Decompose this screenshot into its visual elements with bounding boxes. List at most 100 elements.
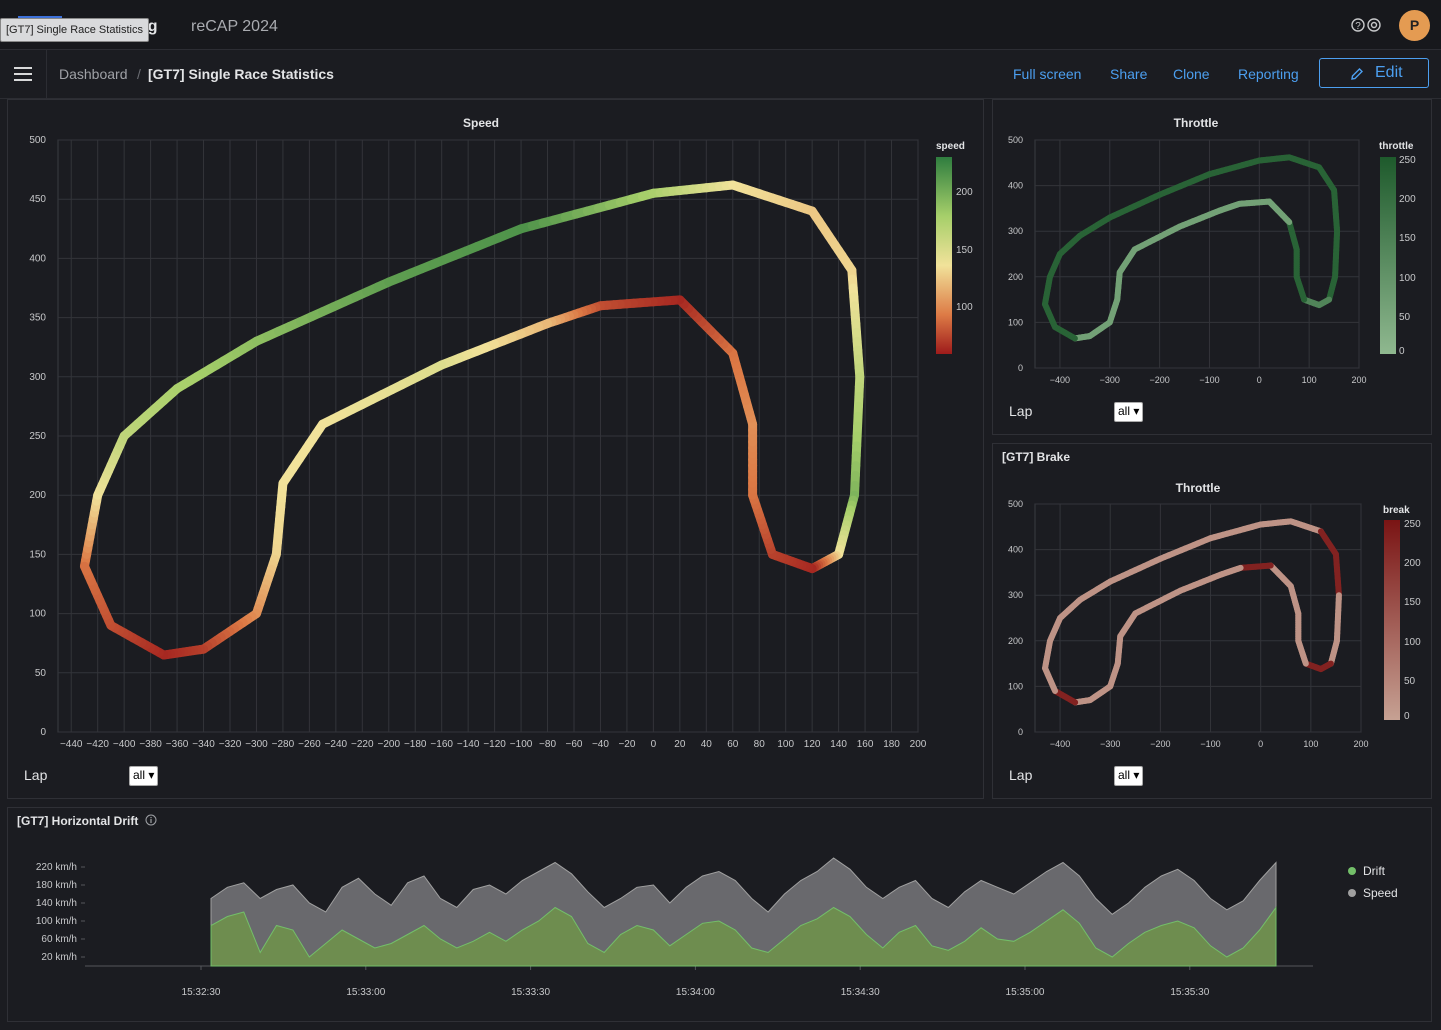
legend-item-speed[interactable]: Speed — [1348, 886, 1398, 908]
x-tick-label: −300 — [1100, 375, 1120, 385]
x-tick-label: −420 — [86, 739, 109, 750]
x-tick-label: 100 — [777, 739, 794, 750]
speed-panel: Speed speed 200 150 100 −440 −420 −400 −380… — [7, 99, 984, 799]
x-tick-label: 15:35:30 — [1170, 987, 1209, 998]
x-tick-label: −120 — [483, 739, 506, 750]
x-tick-label: −180 — [404, 739, 427, 750]
y-tick-label: 450 — [29, 194, 46, 205]
brake-track-chart: break 250 200 150 100 50 0 −400 −300 −200 −… — [1008, 499, 1421, 749]
x-tick-label: 60 — [727, 739, 739, 750]
legend-item-drift[interactable]: Drift — [1348, 864, 1398, 886]
throttle-lap-select[interactable]: all ▾ — [1114, 402, 1144, 422]
brake-colorbar-tick: 150 — [1404, 597, 1421, 608]
track-point — [1041, 301, 1049, 310]
x-tick-label: 15:35:00 — [1006, 987, 1045, 998]
legend-dot-drift — [1348, 867, 1356, 875]
y-tick-label: 500 — [1008, 499, 1023, 509]
x-tick-label: −400 — [1050, 375, 1070, 385]
y-tick-label: 300 — [29, 372, 46, 383]
x-tick-label: 15:34:00 — [676, 987, 715, 998]
edit-button[interactable]: Edit — [1319, 58, 1429, 88]
x-tick-label: 40 — [701, 739, 713, 750]
brake-colorbar-title: break — [1383, 505, 1410, 516]
x-tick-label: −200 — [1150, 739, 1170, 749]
y-tick-label: 100 — [29, 609, 46, 620]
y-tick-label: 220 km/h — [36, 862, 77, 873]
reporting-link[interactable]: Reporting — [1238, 66, 1299, 82]
drift-time-series-chart: 220 km/h 180 km/h 140 km/h 100 km/h 60 km/h 2… — [36, 857, 1313, 998]
y-tick-label: 200 — [29, 490, 46, 501]
y-tick-label: 300 — [1008, 226, 1023, 236]
x-tick-label: −360 — [166, 739, 189, 750]
breadcrumb-dashboard[interactable]: Dashboard — [59, 66, 128, 82]
x-tick-label: −380 — [139, 739, 162, 750]
x-tick-label: 200 — [1351, 375, 1366, 385]
y-tick-label: 140 km/h — [36, 898, 77, 909]
x-tick-label: 0 — [1257, 375, 1262, 385]
x-tick-label: −340 — [192, 739, 215, 750]
y-tick-label: 100 km/h — [36, 916, 77, 927]
speed-colorbar-title: speed — [936, 141, 965, 152]
nav-divider — [46, 50, 47, 98]
x-tick-label: −80 — [539, 739, 556, 750]
throttle-colorbar-tick: 100 — [1399, 273, 1416, 284]
y-tick-label: 400 — [1008, 181, 1023, 191]
x-tick-label: −200 — [378, 739, 401, 750]
y-tick-label: 500 — [1008, 135, 1023, 145]
x-tick-label: −100 — [1199, 375, 1219, 385]
x-tick-label: −200 — [1149, 375, 1169, 385]
speed-colorbar-tick: 100 — [956, 302, 973, 313]
clone-link[interactable]: Clone — [1173, 66, 1210, 82]
speed-lap-value: all — [133, 768, 146, 782]
plot-frame — [1034, 139, 1360, 369]
x-tick-label: 160 — [857, 739, 874, 750]
x-tick-label: −300 — [245, 739, 268, 750]
breadcrumb-separator: / — [137, 66, 141, 82]
x-tick-label: 140 — [830, 739, 847, 750]
x-tick-label: 15:33:30 — [511, 987, 550, 998]
x-tick-label: −40 — [592, 739, 609, 750]
x-tick-label: −440 — [60, 739, 83, 750]
x-tick-label: 15:34:30 — [841, 987, 880, 998]
x-tick-label: −280 — [272, 739, 295, 750]
y-tick-label: 180 km/h — [36, 880, 77, 891]
brake-lap-value: all — [1118, 768, 1131, 782]
brake-colorbar-tick: 100 — [1404, 637, 1421, 648]
x-tick-label: −100 — [510, 739, 533, 750]
throttle-lap-label: Lap — [1009, 403, 1033, 419]
full-screen-link[interactable]: Full screen — [1013, 66, 1081, 82]
x-tick-label: −320 — [219, 739, 242, 750]
speed-lap-select[interactable]: all ▾ — [129, 766, 159, 786]
x-tick-label: 200 — [910, 739, 927, 750]
x-tick-label: −60 — [566, 739, 583, 750]
throttle-panel: Throttle throttle 250 200 150 100 50 0 −… — [992, 99, 1432, 435]
x-tick-label: 120 — [804, 739, 821, 750]
brake-lap-select[interactable]: all ▾ — [1114, 766, 1144, 786]
speed-colorbar-tick: 150 — [956, 245, 973, 256]
legend-label-speed: Speed — [1363, 886, 1398, 900]
x-tick-label: 0 — [651, 739, 657, 750]
page-title-tooltip: [GT7] Single Race Statistics — [0, 18, 149, 42]
y-tick-label: 100 — [1008, 317, 1023, 327]
x-tick-label: −20 — [618, 739, 635, 750]
y-tick-label: 50 — [35, 668, 47, 679]
drift-legend: Drift Speed — [1348, 864, 1398, 908]
legend-dot-speed — [1348, 889, 1356, 897]
speed-colorbar-tick: 200 — [956, 187, 973, 198]
x-tick-label: 20 — [674, 739, 686, 750]
throttle-colorbar-tick: 250 — [1399, 155, 1416, 166]
y-tick-label: 200 — [1008, 636, 1023, 646]
y-tick-label: 0 — [1018, 363, 1023, 373]
user-avatar[interactable]: P — [1399, 10, 1430, 41]
app-subtitle: reCAP 2024 — [191, 18, 278, 35]
menu-icon[interactable] — [14, 67, 32, 81]
y-tick-label: 350 — [29, 313, 46, 324]
top-bar: ng reCAP 2024 [GT7] Single Race Statisti… — [0, 0, 1441, 50]
throttle-colorbar — [1380, 157, 1396, 354]
x-tick-label: −400 — [1050, 739, 1070, 749]
share-link[interactable]: Share — [1110, 66, 1147, 82]
throttle-colorbar-tick: 50 — [1399, 312, 1411, 323]
throttle-colorbar-tick: 150 — [1399, 233, 1416, 244]
help-icon[interactable]: ? — [1350, 17, 1382, 33]
throttle-colorbar-title: throttle — [1379, 141, 1414, 152]
